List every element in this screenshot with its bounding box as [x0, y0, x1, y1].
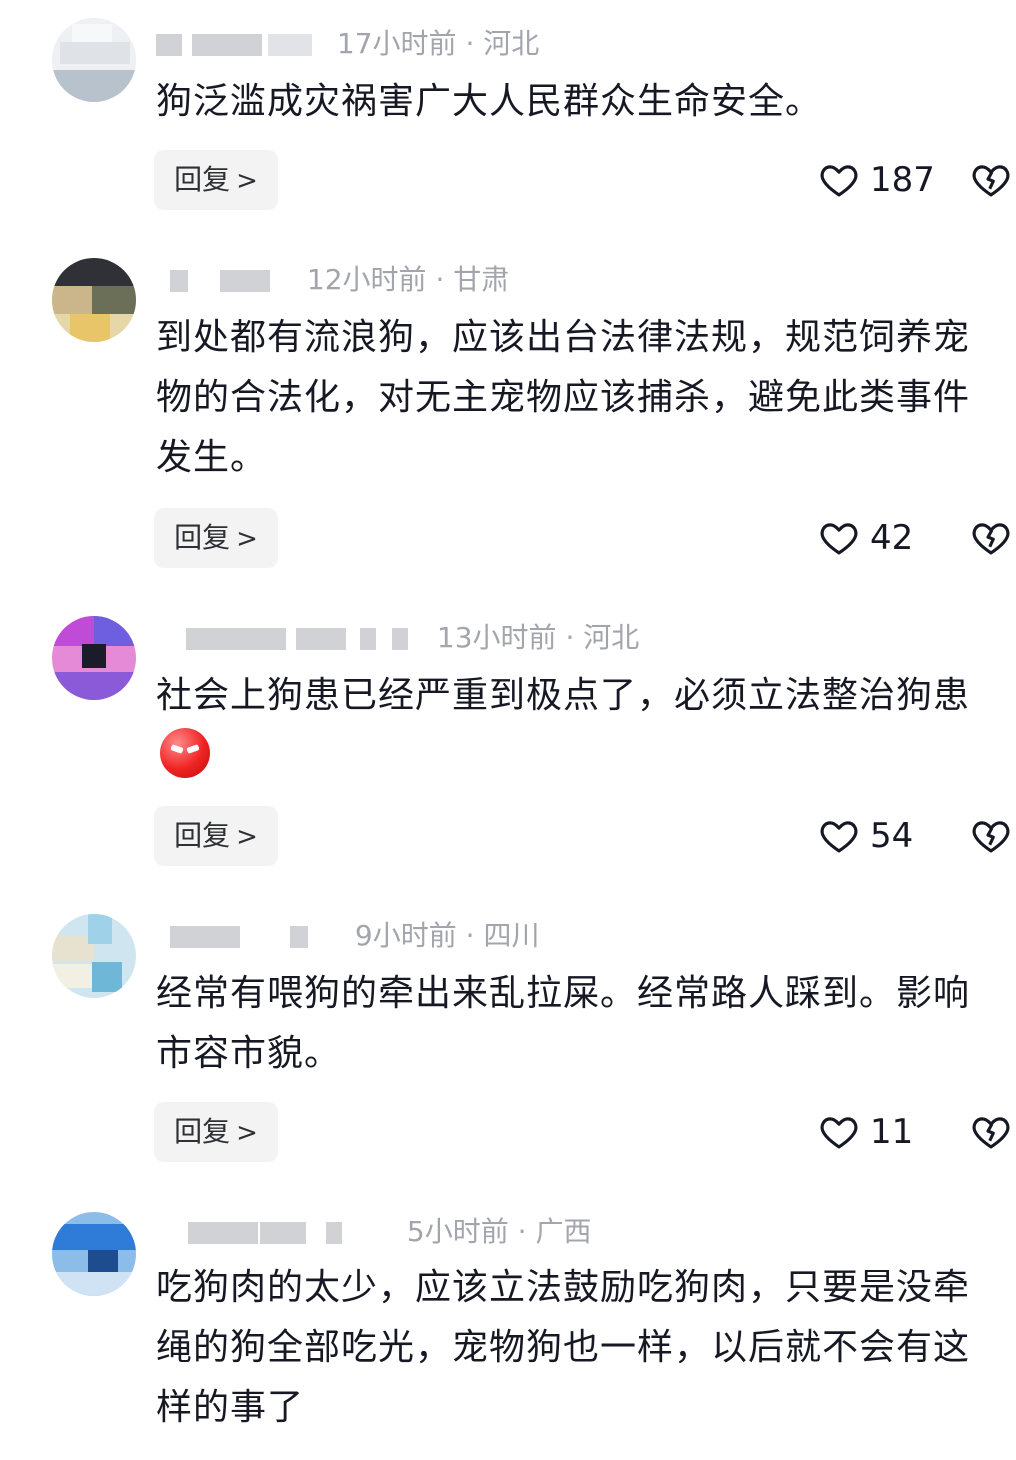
reply-label: 回复 — [174, 521, 231, 554]
like-button[interactable]: 11 — [818, 1102, 913, 1162]
chevron-right-icon: > — [236, 1118, 258, 1148]
reply-label: 回复 — [174, 819, 231, 852]
comment-time: 12小时前 — [306, 263, 427, 296]
reply-button[interactable]: 回复 > — [154, 508, 278, 568]
comment-time: 9小时前 — [354, 919, 457, 952]
like-count: 54 — [870, 816, 914, 856]
comment-location: 河北 — [483, 27, 540, 60]
chevron-right-icon: > — [236, 166, 258, 196]
comment-meta: 5小时前 · 广西 — [156, 1214, 591, 1250]
meta-separator: · — [517, 1215, 527, 1248]
broken-heart-icon — [972, 165, 1010, 197]
heart-outline-icon — [820, 1117, 858, 1149]
comment-text: 吃狗肉的太少，应该立法鼓励吃狗肉，只要是没牵绳的狗全部吃光，宠物狗也一样，以后就… — [156, 1267, 971, 1428]
reply-button[interactable]: 回复 > — [154, 1102, 278, 1162]
avatar[interactable] — [52, 914, 136, 998]
reply-button[interactable]: 回复 > — [154, 150, 278, 210]
chevron-right-icon: > — [236, 524, 258, 554]
angry-emoji-icon — [160, 728, 210, 778]
like-count: 42 — [870, 518, 914, 558]
broken-heart-icon — [972, 523, 1010, 555]
comment-location: 甘肃 — [453, 263, 510, 296]
avatar[interactable] — [52, 616, 136, 700]
comment-time: 13小时前 — [436, 621, 557, 654]
comment-text: 经常有喂狗的牵出来乱拉屎。经常路人踩到。影响市容市貌。 — [156, 973, 971, 1074]
like-count: 11 — [870, 1112, 914, 1152]
meta-separator: · — [465, 919, 475, 952]
chevron-right-icon: > — [236, 822, 258, 852]
comment-meta: 13小时前 · 河北 — [156, 620, 639, 656]
blurred-username[interactable] — [156, 926, 334, 948]
blurred-username[interactable] — [156, 34, 316, 56]
blurred-username[interactable] — [156, 270, 286, 292]
reply-label: 回复 — [174, 163, 231, 196]
blurred-username[interactable] — [156, 628, 416, 650]
avatar[interactable] — [52, 258, 136, 342]
meta-separator: · — [435, 263, 445, 296]
comment-location: 广西 — [535, 1215, 592, 1248]
comment-text-body: 社会上狗患已经严重到极点了，必须立法整治狗患 — [156, 675, 971, 716]
broken-heart-icon — [972, 821, 1010, 853]
comment-meta: 17小时前 · 河北 — [156, 26, 539, 62]
avatar[interactable] — [52, 1212, 136, 1296]
dislike-button[interactable] — [970, 508, 1014, 568]
comment-location: 河北 — [583, 621, 640, 654]
comment-text: 社会上狗患已经严重到极点了，必须立法整治狗患 — [156, 666, 996, 786]
like-button[interactable]: 42 — [818, 508, 913, 568]
broken-heart-icon — [972, 1117, 1010, 1149]
reply-label: 回复 — [174, 1115, 231, 1148]
comment-text: 到处都有流浪狗，应该出台法律法规，规范饲养宠物的合法化，对无主宠物应该捕杀，避免… — [156, 317, 971, 478]
dislike-button[interactable] — [970, 1102, 1014, 1162]
reply-button[interactable]: 回复 > — [154, 806, 278, 866]
heart-outline-icon — [820, 523, 858, 555]
blurred-username[interactable] — [156, 1222, 386, 1244]
meta-separator: · — [465, 27, 475, 60]
avatar[interactable] — [52, 18, 136, 102]
like-count: 187 — [870, 160, 935, 200]
dislike-button[interactable] — [970, 806, 1014, 866]
comment-time: 17小时前 — [336, 27, 457, 60]
heart-outline-icon — [820, 165, 858, 197]
dislike-button[interactable] — [970, 150, 1014, 210]
heart-outline-icon — [820, 821, 858, 853]
comment-location: 四川 — [483, 919, 540, 952]
comment-meta: 9小时前 · 四川 — [156, 918, 539, 954]
comment-text: 狗泛滥成灾祸害广大人民群众生命安全。 — [156, 81, 823, 122]
comment-meta: 12小时前 · 甘肃 — [156, 262, 509, 298]
like-button[interactable]: 54 — [818, 806, 913, 866]
like-button[interactable]: 187 — [818, 150, 935, 210]
meta-separator: · — [565, 621, 575, 654]
comment-time: 5小时前 — [406, 1215, 509, 1248]
